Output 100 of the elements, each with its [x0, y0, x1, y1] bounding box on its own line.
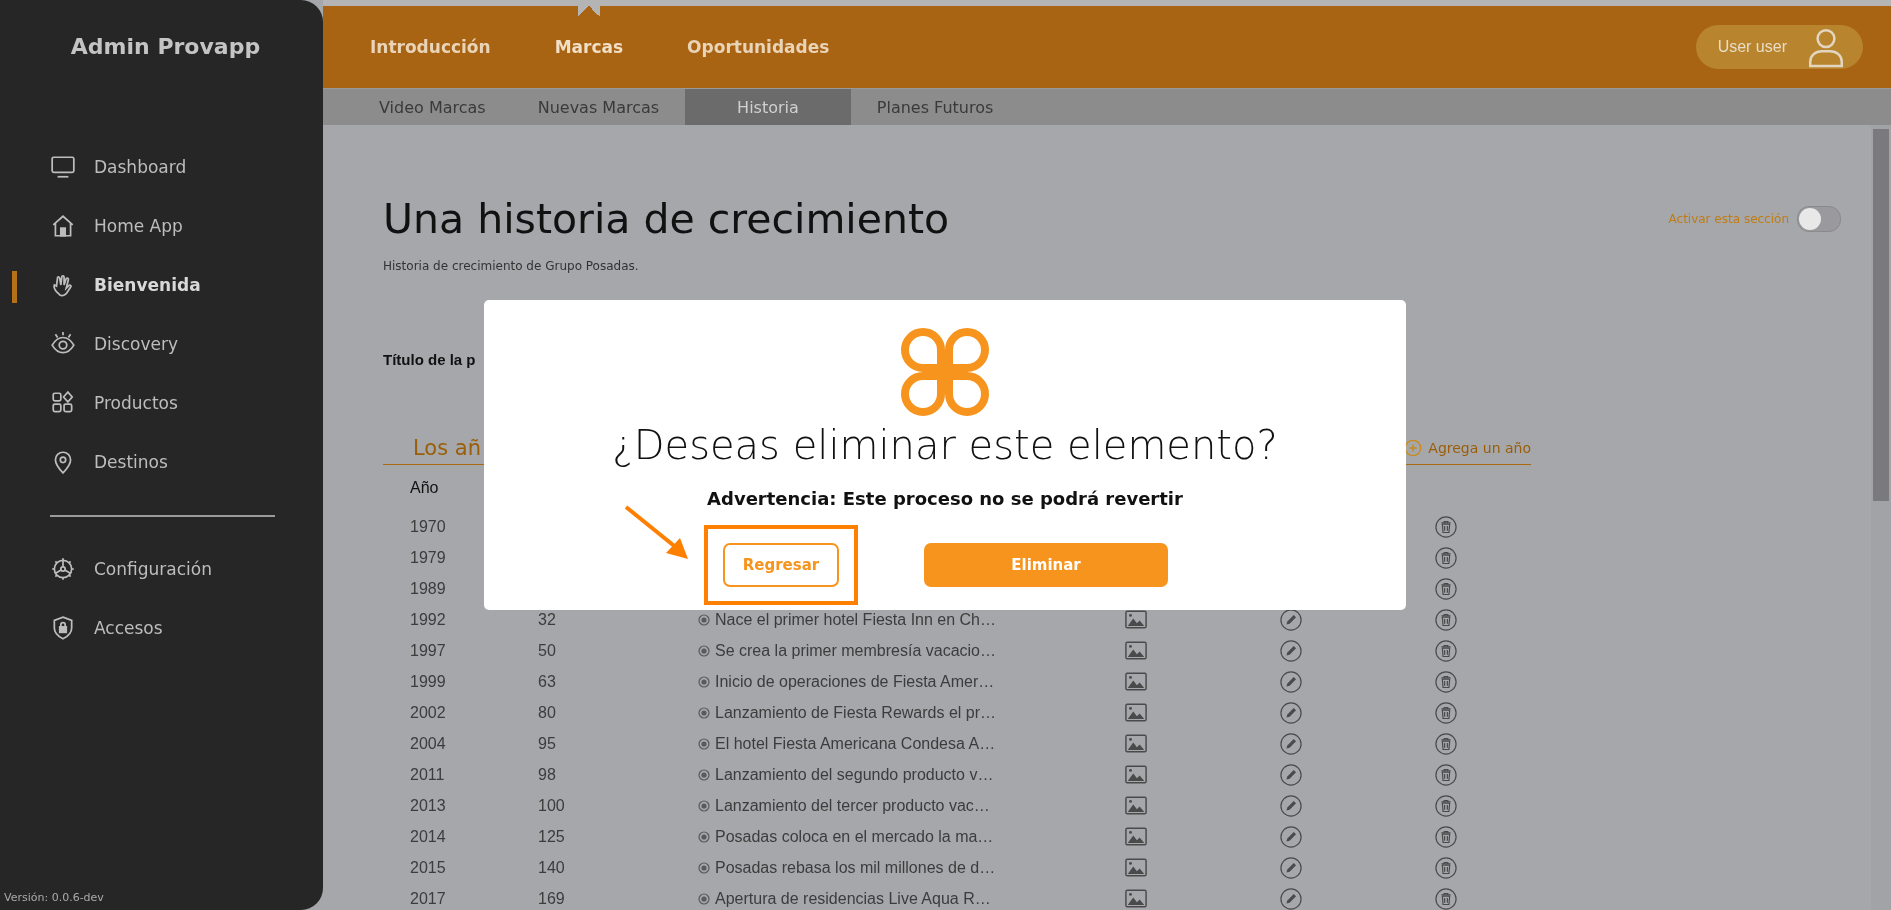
table-cell: 80	[538, 703, 556, 721]
delete-icon[interactable]	[1435, 763, 1457, 786]
table-cell-text: 2011	[410, 765, 446, 784]
table-cell: 169	[538, 889, 565, 907]
table-cell: 100	[538, 796, 565, 814]
edit-icon[interactable]	[1280, 670, 1302, 693]
table-cell-text: 1979	[410, 548, 447, 567]
edit-icon[interactable]	[1280, 639, 1302, 662]
bullet-icon	[698, 768, 710, 781]
sub-nav-tab[interactable]: Planes Futuros	[850, 89, 1020, 125]
image-icon[interactable]	[1125, 610, 1147, 629]
delete-icon[interactable]	[1435, 546, 1457, 569]
sidebar-item[interactable]: Configuración	[0, 539, 323, 598]
nav-tab[interactable]: Oportunidades	[687, 6, 830, 88]
shield-lock-icon	[50, 614, 76, 641]
scrollbar[interactable]	[1871, 125, 1891, 910]
delete-icon[interactable]	[1435, 701, 1457, 724]
table-cell: 95	[538, 734, 556, 752]
sidebar-item[interactable]: Destinos	[0, 432, 323, 491]
table-cell-text: 2017	[410, 889, 447, 908]
nav-tab[interactable]: Introducción	[370, 6, 491, 88]
table-cell: Lanzamiento de Fiesta Rewards el pr…	[715, 703, 997, 722]
delete-icon[interactable]	[1435, 639, 1457, 662]
sub-nav-tab[interactable]: Historia	[685, 89, 851, 125]
add-year-link[interactable]: Agrega un año	[1404, 439, 1531, 457]
edit-icon[interactable]	[1280, 825, 1302, 848]
table-cell: 63	[538, 672, 556, 690]
table-cell-text: 2014	[410, 827, 447, 846]
edit-icon[interactable]	[1280, 856, 1302, 879]
table-cell-text: 1989	[410, 579, 447, 598]
table-cell: Inicio de operaciones de Fiesta Amer…	[715, 672, 995, 691]
gear-icon	[50, 555, 76, 582]
dialog-button[interactable]: Eliminar	[924, 543, 1168, 587]
bullet-icon	[698, 644, 710, 657]
bullet-icon	[698, 675, 710, 688]
image-icon[interactable]	[1125, 765, 1147, 784]
table-cell-text: 1970	[410, 517, 447, 536]
table-cell: Se crea la primer membresía vacacio…	[715, 641, 996, 660]
bullet-icon	[698, 861, 710, 874]
delete-icon[interactable]	[1435, 887, 1457, 910]
sidebar-item[interactable]: Discovery	[0, 314, 323, 373]
image-icon[interactable]	[1125, 703, 1147, 722]
bullet-icon	[698, 737, 710, 750]
bullet-icon	[698, 799, 710, 812]
grid-icon	[50, 389, 76, 416]
image-icon[interactable]	[1125, 641, 1147, 660]
page-title: Una historia de crecimiento	[383, 195, 951, 243]
delete-icon[interactable]	[1435, 670, 1457, 693]
toggle-switch[interactable]	[1797, 206, 1841, 232]
field-label: Título de la p	[383, 351, 477, 368]
sidebar-item[interactable]: Home App	[0, 196, 323, 255]
delete-icon[interactable]	[1435, 732, 1457, 755]
edit-icon[interactable]	[1280, 608, 1302, 631]
sub-nav-tab[interactable]: Nuevas Marcas	[511, 89, 686, 125]
image-icon[interactable]	[1125, 827, 1147, 846]
image-icon[interactable]	[1125, 858, 1147, 877]
dialog-title: ¿Deseas eliminar este elemento?	[612, 422, 1278, 468]
delete-icon[interactable]	[1435, 577, 1457, 600]
edit-icon[interactable]	[1280, 763, 1302, 786]
table-cell: Apertura de residencias Live Aqua R…	[715, 889, 991, 908]
delete-icon[interactable]	[1435, 515, 1457, 538]
clover-logo-icon	[901, 328, 989, 416]
monitor-icon	[50, 153, 76, 180]
app-title: Admin Provapp	[69, 34, 262, 59]
sidebar-item[interactable]: Accesos	[0, 598, 323, 657]
edit-icon[interactable]	[1280, 794, 1302, 817]
image-icon[interactable]	[1125, 889, 1147, 908]
bullet-icon	[698, 613, 710, 626]
delete-icon[interactable]	[1435, 825, 1457, 848]
table-cell-text: 1992	[410, 610, 447, 629]
table-cell-text: 2015	[410, 858, 447, 877]
table-cell: Posadas coloca en el mercado la ma…	[715, 827, 994, 846]
table-cell: 125	[538, 827, 565, 845]
dialog-button[interactable]: Regresar	[723, 543, 839, 587]
table-cell-text: 1997	[410, 641, 447, 660]
table-cell: Lanzamiento del segundo producto v…	[715, 765, 994, 784]
sub-nav-tab[interactable]: Video Marcas	[353, 89, 512, 125]
column-header: Año	[410, 479, 439, 497]
edit-icon[interactable]	[1280, 887, 1302, 910]
sidebar-item[interactable]: Productos	[0, 373, 323, 432]
sidebar-item[interactable]: Bienvenida	[0, 255, 323, 314]
table-cell-text: 1999	[410, 672, 447, 691]
image-icon[interactable]	[1125, 672, 1147, 691]
delete-icon[interactable]	[1435, 794, 1457, 817]
table-cell: Nace el primer hotel Fiesta Inn en Ch…	[715, 610, 996, 629]
edit-icon[interactable]	[1280, 732, 1302, 755]
image-icon[interactable]	[1125, 734, 1147, 753]
delete-icon[interactable]	[1435, 608, 1457, 631]
bullet-icon	[698, 830, 710, 843]
table-cell: 98	[538, 765, 556, 783]
user-menu-button[interactable]: User user	[1695, 25, 1863, 69]
table-cell: 50	[538, 641, 556, 659]
sidebar-item[interactable]: Dashboard	[0, 137, 323, 196]
edit-icon[interactable]	[1280, 701, 1302, 724]
table-cell-text: 2002	[410, 703, 447, 722]
page-subtitle: Historia de crecimiento de Grupo Posadas.	[383, 259, 640, 273]
image-icon[interactable]	[1125, 796, 1147, 815]
table-cell-text: 2013	[410, 796, 447, 815]
delete-icon[interactable]	[1435, 856, 1457, 879]
bullet-icon	[698, 706, 710, 719]
